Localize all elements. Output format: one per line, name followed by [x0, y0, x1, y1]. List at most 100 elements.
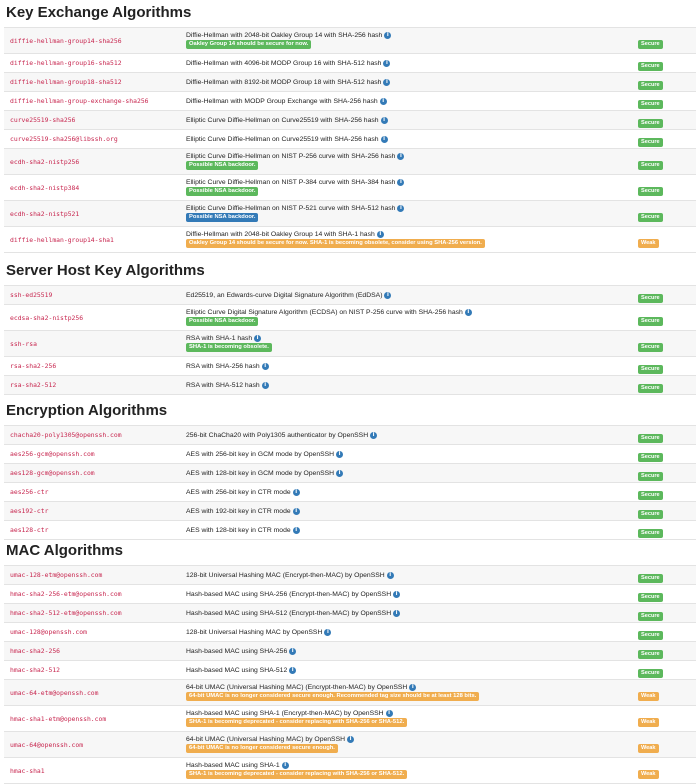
info-icon[interactable]: i — [289, 666, 297, 674]
info-icon[interactable]: i — [383, 59, 391, 67]
status-cell: Secure — [638, 660, 696, 680]
description-line: Diffie-Hellman with 8192-bit MODP Group … — [186, 78, 638, 86]
description-line: 256-bit ChaCha20 with Poly1305 authentic… — [186, 431, 638, 439]
info-icon[interactable]: i — [254, 335, 262, 342]
status-cell: Weak — [638, 705, 696, 732]
info-icon[interactable]: i — [289, 647, 297, 655]
algorithm-note: Oakley Group 14 should be secure for now… — [186, 40, 312, 49]
algorithm-description: 256-bit ChaCha20 with Poly1305 authentic… — [186, 431, 369, 439]
algorithm-description-cell: RSA with SHA-256 hash i — [182, 356, 638, 376]
info-icon[interactable]: i — [464, 309, 472, 316]
table-row: ecdh-sha2-nistp521 Elliptic Curve Diffie-… — [4, 200, 696, 227]
status-cell: Secure — [638, 304, 696, 331]
info-icon[interactable]: i — [261, 381, 269, 389]
table-row: rsa-sha2-512 RSA with SHA-512 hash i Secure — [4, 375, 696, 395]
algorithm-description: Hash-based MAC using SHA-512 (Encrypt-th… — [186, 609, 392, 617]
description-line: Diffie-Hellman with MODP Group Exchange … — [186, 97, 638, 105]
status-cell: Secure — [638, 53, 696, 73]
status-cell: Secure — [638, 200, 696, 227]
status-badge: Secure — [638, 574, 663, 583]
info-icon[interactable]: i — [397, 205, 405, 212]
description-line: Elliptic Curve Digital Signature Algorit… — [186, 309, 638, 316]
algorithm-name: hmac-sha2-256 — [4, 641, 182, 661]
algorithm-name: ecdsa-sha2-nistp256 — [4, 304, 182, 331]
algorithm-table: diffie-hellman-group14-sha256 Diffie-Hell… — [4, 27, 696, 253]
algorithm-description-cell: Diffie-Hellman with 8192-bit MODP Group … — [182, 72, 638, 92]
status-cell: Secure — [638, 27, 696, 54]
info-icon[interactable]: i — [336, 450, 344, 458]
info-icon[interactable]: i — [292, 488, 300, 496]
status-badge: Secure — [638, 384, 663, 393]
algorithm-description-cell: Diffie-Hellman with MODP Group Exchange … — [182, 91, 638, 111]
status-badge: Secure — [638, 62, 663, 71]
info-icon[interactable]: i — [376, 231, 384, 238]
algorithm-description-cell: 64-bit UMAC (Universal Hashing MAC) (Enc… — [182, 679, 638, 706]
algorithm-description-cell: AES with 256-bit key in GCM mode by Open… — [182, 444, 638, 464]
info-icon[interactable]: i — [409, 684, 417, 691]
algorithm-name: umac-64@openssh.com — [4, 731, 182, 758]
algorithm-description: AES with 192-bit key in CTR mode — [186, 507, 291, 515]
algorithm-description-cell: Elliptic Curve Digital Signature Algorit… — [182, 304, 638, 331]
info-icon[interactable]: i — [292, 526, 300, 534]
info-icon[interactable]: i — [347, 736, 355, 743]
info-icon[interactable]: i — [261, 362, 269, 370]
description-line: AES with 192-bit key in CTR mode i — [186, 507, 638, 515]
status-cell: Secure — [638, 584, 696, 604]
algorithm-description-cell: 128-bit Universal Hashing MAC (Encrypt-t… — [182, 565, 638, 585]
algorithm-name: diffie-hellman-group16-sha512 — [4, 53, 182, 73]
status-badge: Secure — [638, 612, 663, 621]
status-badge: Weak — [638, 717, 659, 727]
info-icon[interactable]: i — [379, 97, 387, 105]
description-line: Diffie-Hellman with 2048-bit Oakley Grou… — [186, 32, 638, 39]
status-cell: Secure — [638, 356, 696, 376]
info-icon[interactable]: i — [281, 762, 289, 769]
info-icon[interactable]: i — [292, 507, 300, 515]
status-badge: Secure — [638, 669, 663, 678]
status-cell: Secure — [638, 375, 696, 395]
table-row: hmac-sha2-256-etm@openssh.com Hash-based … — [4, 584, 696, 604]
info-icon[interactable]: i — [393, 590, 401, 598]
section-title: Server Host Key Algorithms — [6, 262, 205, 279]
algorithm-name: diffie-hellman-group14-sha256 — [4, 27, 182, 54]
algorithm-name: aes192-ctr — [4, 501, 182, 521]
info-icon[interactable]: i — [384, 32, 392, 39]
section-title: Encryption Algorithms — [6, 402, 168, 419]
algorithm-description-cell: Diffie-Hellman with 4096-bit MODP Group … — [182, 53, 638, 73]
info-icon[interactable]: i — [324, 628, 332, 636]
algorithm-description: Hash-based MAC using SHA-512 — [186, 666, 288, 674]
status-cell: Secure — [638, 425, 696, 445]
info-icon[interactable]: i — [397, 179, 405, 186]
status-badge: Weak — [638, 743, 659, 753]
algorithm-description: Elliptic Curve Diffie-Hellman on NIST P-… — [186, 205, 396, 212]
status-badge: Weak — [638, 769, 659, 779]
info-icon[interactable]: i — [380, 135, 388, 143]
algorithm-description-cell: Elliptic Curve Diffie-Hellman on Curve25… — [182, 129, 638, 149]
status-badge: Secure — [638, 434, 663, 443]
info-icon[interactable]: i — [384, 291, 392, 299]
info-icon[interactable]: i — [385, 710, 393, 717]
algorithm-name: aes128-gcm@openssh.com — [4, 463, 182, 483]
status-badge: Secure — [638, 212, 663, 222]
section-2: Encryption Algorithms chacha20-poly1305@o… — [0, 400, 696, 540]
algorithm-description-cell: Diffie-Hellman with 2048-bit Oakley Grou… — [182, 226, 638, 253]
info-icon[interactable]: i — [380, 116, 388, 124]
description-line: Hash-based MAC using SHA-512 (Encrypt-th… — [186, 609, 638, 617]
info-icon[interactable]: i — [393, 609, 401, 617]
algorithm-name: diffie-hellman-group18-sha512 — [4, 72, 182, 92]
info-icon[interactable]: i — [386, 571, 394, 579]
status-cell: Secure — [638, 501, 696, 521]
table-row: aes128-gcm@openssh.com AES with 128-bit k… — [4, 463, 696, 483]
section-0: Key Exchange Algorithms diffie-hellman-gr… — [0, 2, 696, 253]
algorithm-description-cell: Hash-based MAC using SHA-256 (Encrypt-th… — [182, 584, 638, 604]
algorithm-description: Diffie-Hellman with 8192-bit MODP Group … — [186, 78, 382, 86]
description-line: Hash-based MAC using SHA-1 (Encrypt-then… — [186, 710, 638, 717]
description-line: AES with 128-bit key in CTR mode i — [186, 526, 638, 534]
status-cell: Secure — [638, 565, 696, 585]
info-icon[interactable]: i — [336, 469, 344, 477]
algorithm-table: umac-128-etm@openssh.com 128-bit Universa… — [4, 565, 696, 784]
algorithm-description-cell: Ed25519, an Edwards-curve Digital Signat… — [182, 285, 638, 305]
info-icon[interactable]: i — [397, 153, 405, 160]
info-icon[interactable]: i — [383, 78, 391, 86]
info-icon[interactable]: i — [370, 431, 378, 439]
table-row: aes192-ctr AES with 192-bit key in CTR mo… — [4, 501, 696, 521]
